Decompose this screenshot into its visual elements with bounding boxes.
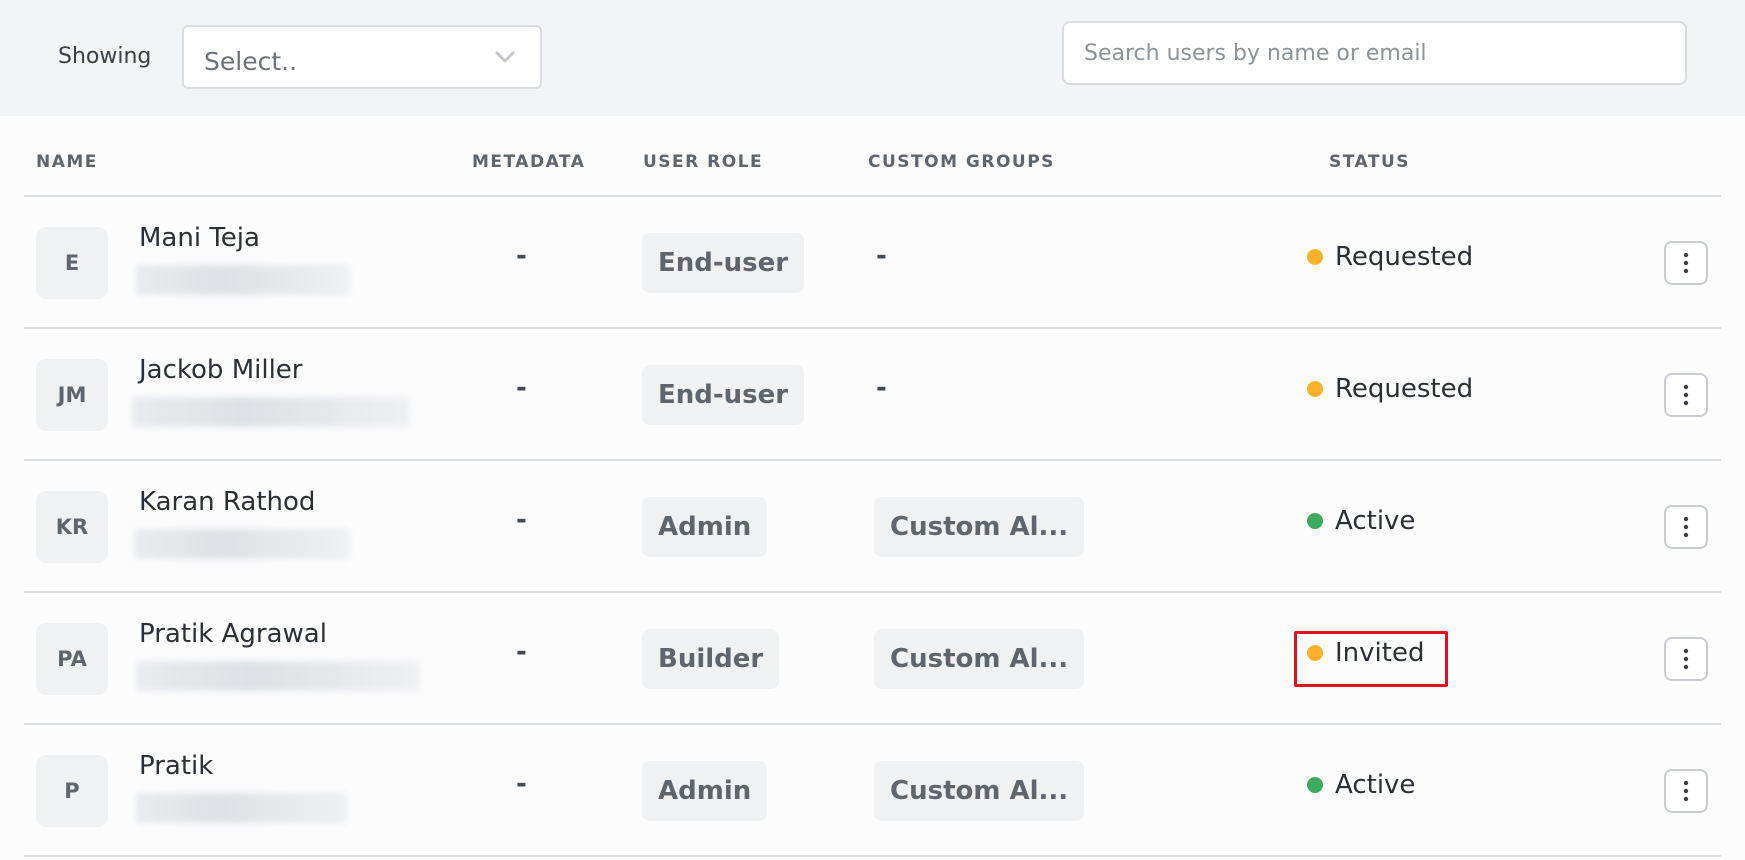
status-badge: Requested — [1307, 374, 1473, 404]
row-actions-button[interactable] — [1664, 769, 1708, 813]
more-vertical-icon — [1683, 384, 1689, 406]
user-name: Pratik Agrawal — [139, 619, 327, 649]
status-text: Active — [1335, 506, 1416, 536]
metadata-value: - — [516, 241, 527, 271]
status-dot — [1307, 381, 1323, 397]
table-row: KR Karan Rathod - Admin Custom Al... Act… — [24, 461, 1721, 593]
status-text: Requested — [1335, 242, 1474, 272]
custom-groups-value: - — [876, 241, 887, 271]
row-actions-button[interactable] — [1664, 637, 1708, 681]
avatar: PA — [36, 623, 108, 695]
column-header-name: NAME — [36, 152, 98, 172]
toolbar: Showing Select.. — [0, 0, 1745, 116]
more-vertical-icon — [1683, 252, 1689, 274]
select-value: Select.. — [204, 47, 298, 76]
row-actions-button[interactable] — [1664, 241, 1708, 285]
user-name: Pratik — [139, 751, 214, 781]
row-actions-button[interactable] — [1664, 373, 1708, 417]
more-vertical-icon — [1683, 648, 1689, 670]
user-name: Jackob Miller — [139, 355, 303, 385]
status-dot — [1307, 777, 1323, 793]
custom-group-badge: Custom Al... — [874, 629, 1085, 689]
column-header-custom-groups: CUSTOM GROUPS — [868, 152, 1055, 172]
avatar: P — [36, 755, 108, 827]
status-badge: Requested — [1307, 242, 1473, 272]
custom-group-badge: Custom Al... — [874, 761, 1085, 821]
user-role-badge: End-user — [642, 233, 805, 293]
user-name: Mani Teja — [139, 223, 260, 253]
user-role-badge: End-user — [642, 365, 805, 425]
column-header-metadata: METADATA — [472, 152, 586, 172]
custom-groups-value: - — [876, 373, 887, 403]
chevron-down-icon — [495, 51, 515, 63]
search-input[interactable] — [1062, 21, 1687, 85]
status-badge: Invited — [1307, 638, 1424, 668]
status-text: Requested — [1335, 374, 1474, 404]
avatar: KR — [36, 491, 108, 563]
row-actions-button[interactable] — [1664, 505, 1708, 549]
table-row: E Mani Teja - End-user - Requested — [24, 197, 1721, 329]
user-name: Karan Rathod — [139, 487, 316, 517]
avatar: JM — [36, 359, 108, 431]
more-vertical-icon — [1683, 516, 1689, 538]
status-text: Invited — [1335, 638, 1425, 668]
metadata-value: - — [516, 373, 527, 403]
user-role-badge: Builder — [642, 629, 780, 689]
user-role-badge: Admin — [642, 497, 768, 557]
metadata-value: - — [516, 505, 527, 535]
table-row: PA Pratik Agrawal - Builder Custom Al...… — [24, 593, 1721, 725]
user-email-redacted — [136, 265, 350, 295]
status-dot — [1307, 249, 1323, 265]
status-text: Active — [1335, 770, 1416, 800]
status-dot — [1307, 513, 1323, 529]
user-email-redacted — [136, 661, 420, 691]
column-header-status: STATUS — [1329, 152, 1411, 172]
showing-select[interactable]: Select.. — [182, 25, 542, 89]
avatar: E — [36, 227, 108, 299]
table-row: JM Jackob Miller - End-user - Requested — [24, 329, 1721, 461]
user-role-badge: Admin — [642, 761, 768, 821]
metadata-value: - — [516, 637, 527, 667]
user-email-redacted — [134, 529, 350, 559]
status-dot — [1307, 645, 1323, 661]
metadata-value: - — [516, 769, 527, 799]
showing-label: Showing — [58, 44, 152, 69]
status-badge: Active — [1307, 770, 1415, 800]
more-vertical-icon — [1683, 780, 1689, 802]
custom-group-badge: Custom Al... — [874, 497, 1085, 557]
status-badge: Active — [1307, 506, 1415, 536]
column-header-user-role: USER ROLE — [643, 152, 764, 172]
table-row: P Pratik - Admin Custom Al... Active — [24, 725, 1721, 857]
user-email-redacted — [136, 793, 348, 823]
user-email-redacted — [132, 397, 410, 427]
